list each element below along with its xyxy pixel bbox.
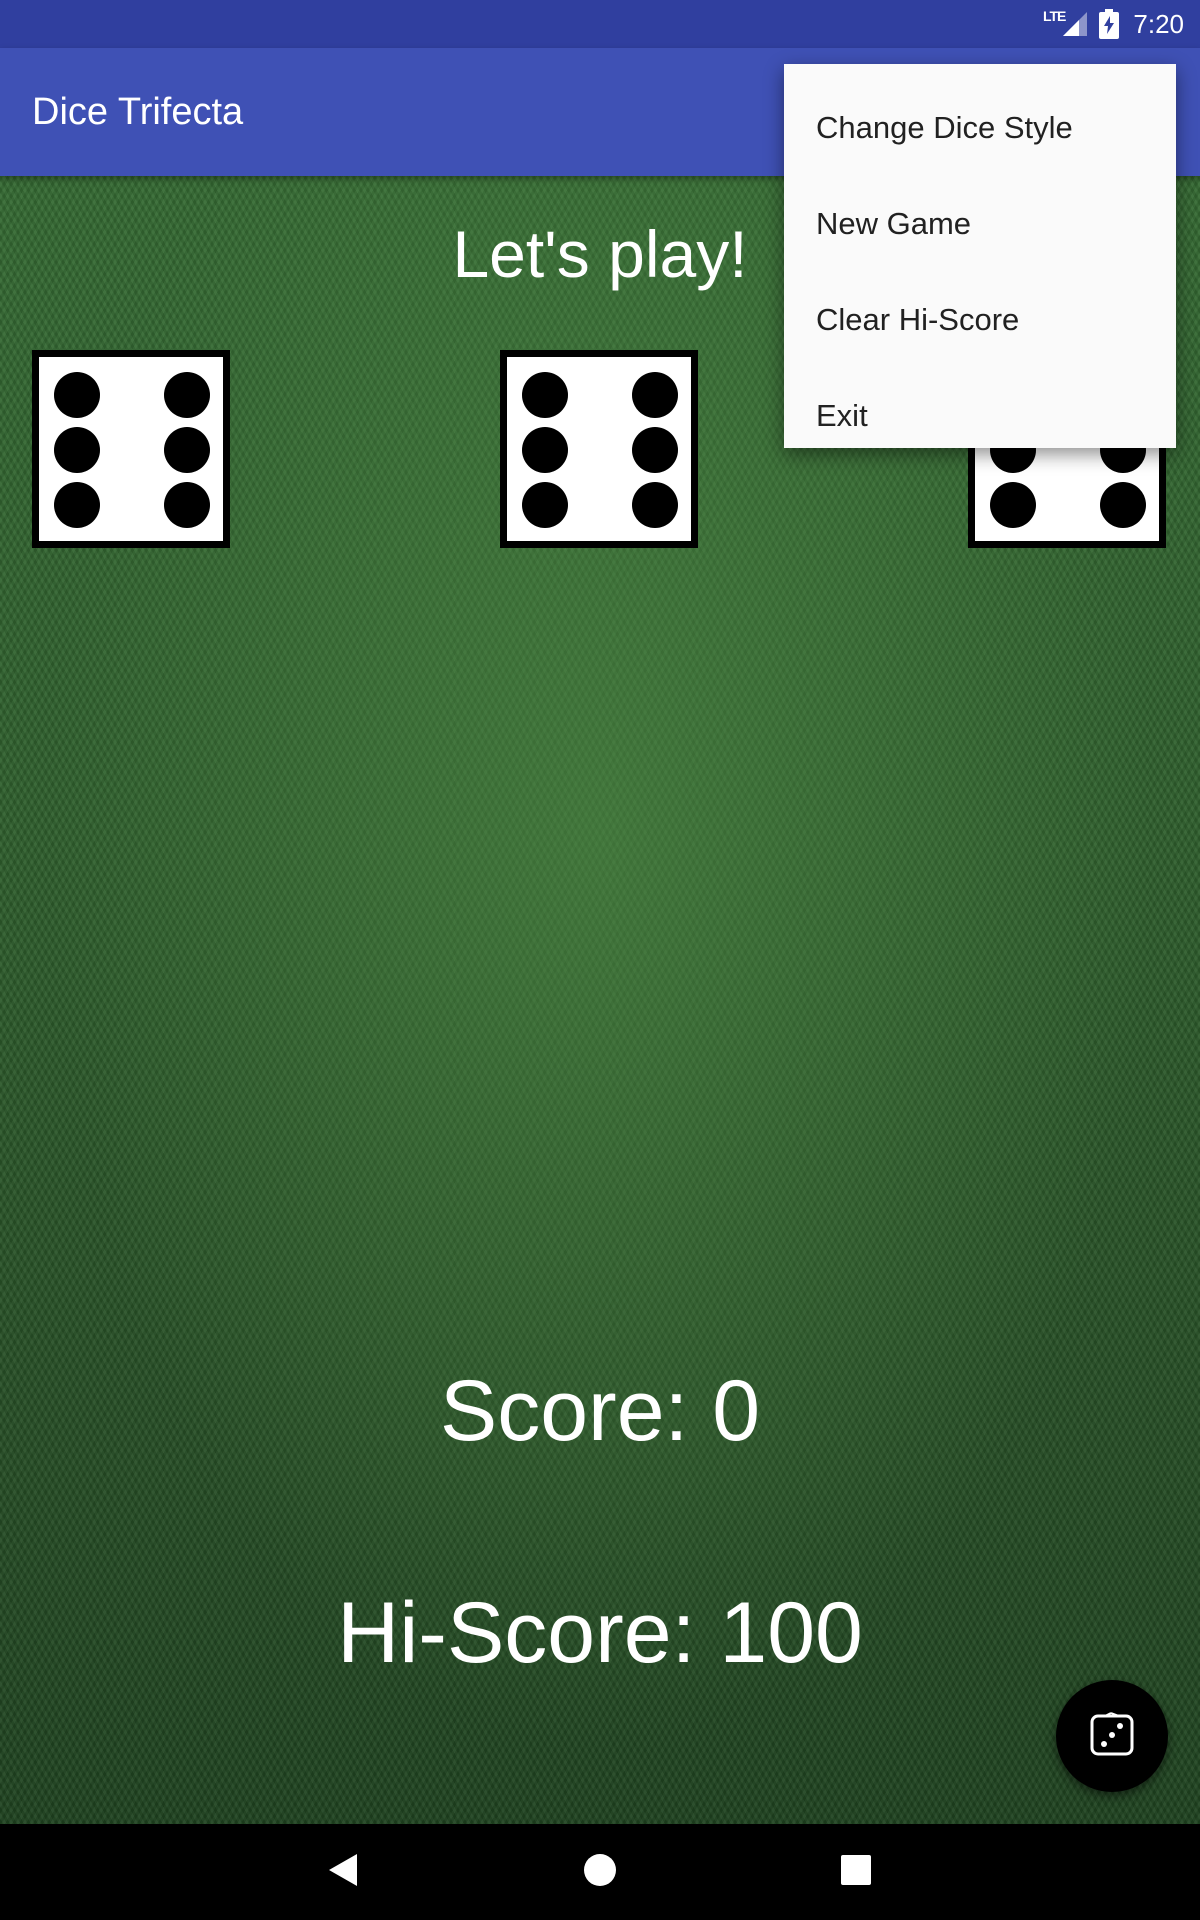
die-pip <box>990 482 1036 528</box>
die-2[interactable] <box>500 350 698 548</box>
die-pip <box>522 482 568 528</box>
die-pip <box>164 372 210 418</box>
die-pip <box>522 427 568 473</box>
die-pip <box>54 482 100 528</box>
dice-icon <box>1089 1711 1135 1762</box>
recents-icon <box>841 1854 871 1890</box>
recents-button[interactable] <box>832 1848 880 1896</box>
menu-item-exit[interactable]: Exit <box>784 368 1176 464</box>
home-button[interactable] <box>576 1848 624 1896</box>
menu-item-new-game[interactable]: New Game <box>784 176 1176 272</box>
die-pip <box>54 427 100 473</box>
overflow-menu: Change Dice Style New Game Clear Hi-Scor… <box>784 64 1176 448</box>
status-bar: LTE 7:20 <box>0 0 1200 48</box>
roll-dice-button[interactable] <box>1056 1680 1168 1792</box>
die-1[interactable] <box>32 350 230 548</box>
die-pip <box>522 372 568 418</box>
die-pip <box>164 427 210 473</box>
status-icons: LTE 7:20 <box>1043 0 1184 48</box>
app-screen: LTE 7:20 Dice Trifecta Let's play! Score… <box>0 0 1200 1920</box>
die-pip <box>632 372 678 418</box>
menu-item-clear-hiscore[interactable]: Clear Hi-Score <box>784 272 1176 368</box>
network-type-label: LTE <box>1042 8 1066 24</box>
die-pip <box>632 427 678 473</box>
home-icon <box>583 1853 617 1892</box>
battery-charging-icon <box>1099 9 1120 39</box>
status-time: 7:20 <box>1133 8 1184 39</box>
signal-icon <box>1061 10 1089 38</box>
hiscore-label: Hi-Score: 100 <box>337 1585 863 1681</box>
score-label: Score: 0 <box>439 1363 761 1459</box>
app-title: Dice Trifecta <box>32 90 244 133</box>
navigation-bar <box>0 1824 1200 1920</box>
die-pip <box>632 482 678 528</box>
die-pip <box>164 482 210 528</box>
menu-item-change-dice-style[interactable]: Change Dice Style <box>784 80 1176 176</box>
back-icon <box>327 1852 361 1893</box>
die-pip <box>54 372 100 418</box>
die-pip <box>1100 482 1146 528</box>
back-button[interactable] <box>320 1848 368 1896</box>
